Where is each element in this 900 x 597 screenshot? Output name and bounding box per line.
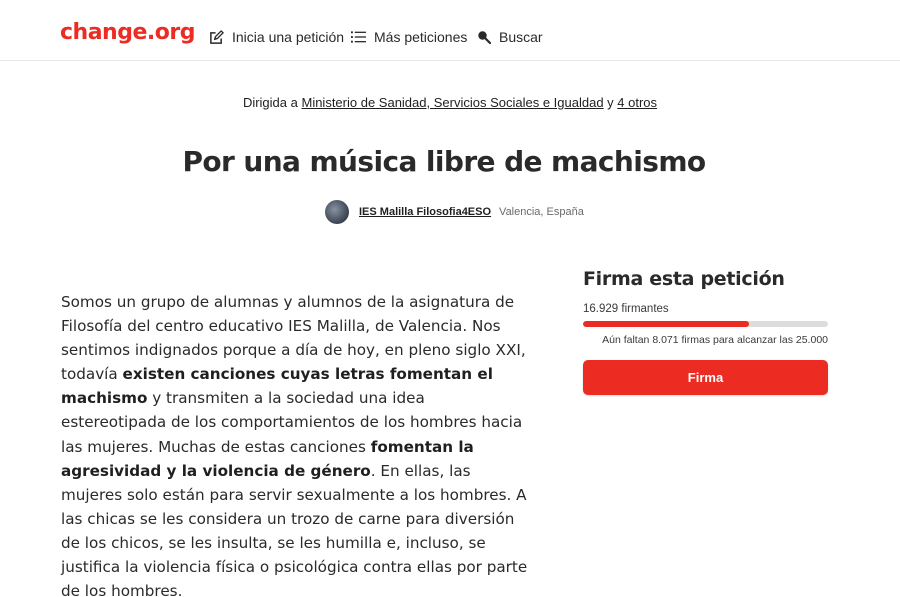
body-text-segment: . En ellas, las mujeres solo están para … bbox=[61, 461, 528, 597]
directed-others-link[interactable]: 4 otros bbox=[617, 95, 657, 110]
site-header: change.org Inicia una petición Más petic… bbox=[0, 0, 900, 61]
nav-search[interactable]: Buscar bbox=[477, 28, 543, 46]
list-icon bbox=[351, 31, 366, 43]
nav-start-petition-label: Inicia una petición bbox=[232, 29, 345, 45]
petition-body: Somos un grupo de alumnas y alumnos de l… bbox=[61, 290, 531, 597]
nav-more-petitions[interactable]: Más peticiones bbox=[351, 28, 467, 46]
petition-author: IES Malilla Filosofia4ESO Valencia, Espa… bbox=[325, 200, 584, 224]
author-location: Valencia, España bbox=[499, 206, 584, 218]
edit-icon bbox=[210, 29, 224, 44]
sign-button[interactable]: Firma bbox=[583, 360, 828, 395]
author-avatar[interactable] bbox=[325, 200, 349, 224]
signers-count: 16.929 firmantes bbox=[583, 303, 669, 315]
signature-progress-fill bbox=[583, 321, 749, 327]
author-name-link[interactable]: IES Malilla Filosofia4ESO bbox=[359, 206, 491, 218]
signatures-remaining: Aún faltan 8.071 firmas para alcanzar la… bbox=[602, 334, 828, 346]
nav-more-petitions-label: Más peticiones bbox=[374, 29, 468, 45]
signature-progress-bar bbox=[583, 321, 828, 327]
directed-joiner: y bbox=[607, 95, 614, 110]
sign-box-title: Firma esta petición bbox=[583, 268, 785, 290]
change-org-logo[interactable]: change.org bbox=[60, 20, 195, 45]
directed-prefix: Dirigida a bbox=[242, 95, 298, 110]
petition-directed-to: Dirigida a Ministerio de Sanidad, Servic… bbox=[0, 95, 900, 110]
nav-search-label: Buscar bbox=[499, 29, 543, 45]
nav-start-petition[interactable]: Inicia una petición bbox=[209, 28, 344, 46]
petition-title: Por una música libre de machismo bbox=[182, 145, 706, 178]
directed-target-link[interactable]: Ministerio de Sanidad, Servicios Sociale… bbox=[301, 95, 603, 110]
search-icon bbox=[478, 31, 491, 44]
